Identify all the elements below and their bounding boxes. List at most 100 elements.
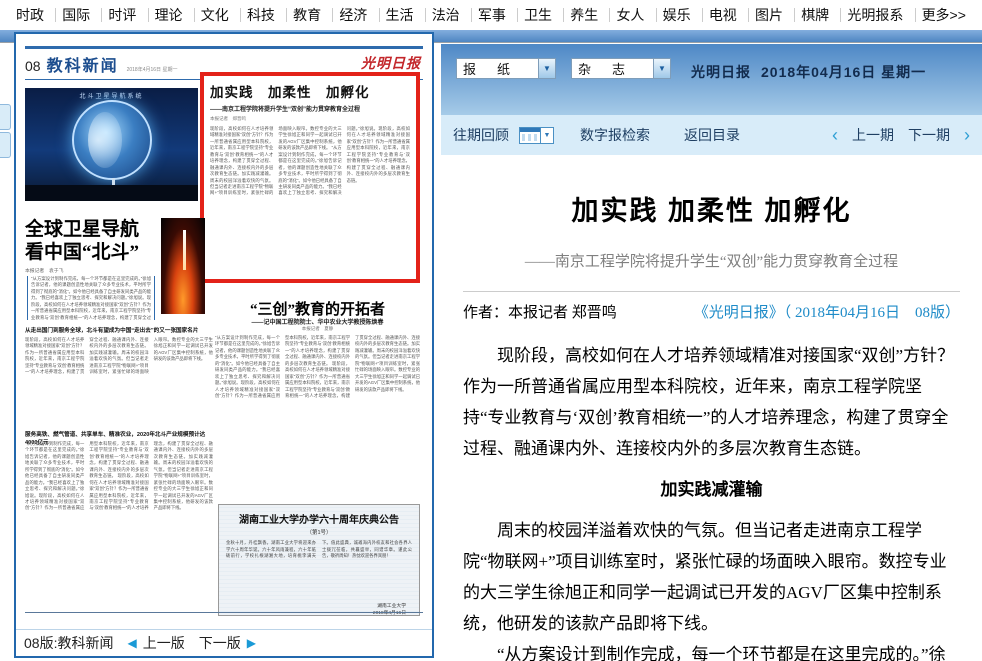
magazine-select-value: 杂 志: [572, 59, 653, 78]
beidou-event-photo[interactable]: 北斗卫星导航系统: [25, 88, 198, 201]
article-subtitle: ——南京工程学院将提升学生“双创”能力贯穿教育全过程: [463, 250, 960, 271]
paper-select-value: 报 纸: [457, 59, 538, 78]
sanchuang-subtitle: ——记中国工程院院士、华中农业大学教授陈焕春: [215, 317, 420, 326]
prev-issue-link[interactable]: 上一期: [852, 125, 894, 145]
back-to-contents-link[interactable]: 返回目录: [684, 125, 740, 145]
next-page-button[interactable]: 下一版 ▶: [199, 633, 256, 653]
beidou-headline[interactable]: 全球卫星导航 看中国“北斗”: [25, 218, 159, 264]
page-nav-bar: 08版:教科新闻 ◀ 上一版 下一版 ▶: [16, 629, 432, 656]
issue-nav: ‹ 上一期 下一期 ›: [832, 125, 970, 145]
nav-item-shizheng[interactable]: 时政: [10, 8, 50, 22]
article-body: 现阶段，高校如何在人才培养领域精准对接国家“双创”方针？作为一所普通省属应用型本…: [463, 340, 960, 661]
thumb-article-subtitle: ——南京工程学院将提升学生“双创”能力贯穿教育全过程: [210, 104, 410, 113]
article-section-heading: 加实践减灌输: [463, 474, 960, 505]
chevron-down-icon[interactable]: ▼: [538, 59, 555, 78]
highlighted-article-region[interactable]: 加实践 加柔性 加孵化 ——南京工程学院将提升学生“双创”能力贯穿教育全过程 本…: [200, 72, 420, 283]
page-bottom-rule: [25, 612, 423, 613]
nav-item-more[interactable]: 更多>>: [915, 8, 972, 22]
epaper-toolbar: 往期回顾 ▼ 数字报检索 返回目录 ‹ 上一期 下一期 ›: [441, 115, 982, 155]
calendar-picker[interactable]: ▼: [519, 127, 554, 144]
page-section-title: 教科新闻: [47, 52, 119, 76]
beidou-body-text-1: 现阶段，高校如何在人才培养领域精准对接国家“双创”方针？作为一所普通省属应用型本…: [25, 337, 213, 427]
nav-item-jingji[interactable]: 经济: [332, 8, 373, 22]
masthead-logo: 光明日报: [361, 53, 421, 73]
anniversary-notice-box[interactable]: 湖南工业大学办学六十周年庆典公告 （第1号） 金秋十月，丹桂飘香。湖南工业大学将…: [218, 504, 420, 616]
next-issue-link[interactable]: 下一期: [908, 125, 950, 145]
newspaper-page-thumbnail: 08 教科新闻 2018年4月16日 星期一 光明日报 北斗卫星导航系统 加实践…: [25, 46, 423, 628]
thumb-article-byline: 本报记者 郑晋鸣: [210, 116, 410, 122]
beidou-intro-text: “从方案设计到制作完成，每一个环节都是在这里完成的。”徐旭告诉记者，他的课题创造…: [27, 276, 155, 320]
next-page-icon: ▶: [247, 636, 256, 650]
microtext: 现阶段，高校如何在人才培养领域精准对接国家“双创”方针？作为一所普通省属应用型本…: [25, 337, 213, 374]
article-author: 作者：本报记者 郑晋鸣: [463, 301, 617, 322]
article-paragraph: 现阶段，高校如何在人才培养领域精准对接国家“双创”方针？作为一所普通省属应用型本…: [463, 340, 960, 464]
divider: [463, 291, 960, 292]
paper-name: 光明日报: [691, 62, 751, 82]
next-issue-chevron-icon[interactable]: ›: [964, 128, 970, 142]
article-source-link[interactable]: 《光明日报》（ 2018年04月16日 08版）: [694, 301, 960, 322]
paper-select[interactable]: 报 纸 ▼: [456, 58, 556, 79]
nav-item-yule[interactable]: 娱乐: [656, 8, 697, 22]
sanchuang-headline[interactable]: “三创”教育的开拓者: [215, 298, 420, 319]
notice-number: （第1号）: [226, 528, 412, 536]
beidou-byline: 本报记者 袁于飞: [25, 267, 63, 274]
digital-search-link[interactable]: 数字报检索: [580, 125, 650, 145]
article-byline-row: 作者：本报记者 郑晋鸣 《光明日报》（ 2018年04月16日 08版）: [463, 301, 960, 322]
rocket-launch-photo: [161, 218, 205, 314]
sanchuang-body-text: “从方案设计到制作完成，每一个环节都是在这里完成的。”徐旭告诉记者，他的课题创造…: [215, 335, 420, 498]
chevron-down-icon[interactable]: ▼: [653, 59, 670, 78]
nav-item-yangsheng[interactable]: 养生: [563, 8, 604, 22]
article-paragraph: 周末的校园洋溢着欢快的气氛。但当记者走进南京工程学院“物联网+”项目训练室时，紧…: [463, 515, 960, 639]
nav-item-keji[interactable]: 科技: [240, 8, 281, 22]
nav-item-guangmingbaoxi[interactable]: 光明报系: [840, 8, 909, 22]
prev-page-label: 上一版: [143, 633, 185, 653]
current-page-label: 08版:教科新闻: [24, 633, 113, 653]
nav-item-junshi[interactable]: 军事: [471, 8, 512, 22]
nav-item-tupian[interactable]: 图片: [748, 8, 789, 22]
page-dateline: 2018年4月16日 星期一: [127, 66, 178, 73]
prev-page-icon: ◀: [127, 636, 136, 650]
notice-signature: 湖南工业大学: [226, 602, 412, 609]
nav-item-wenhua[interactable]: 文化: [194, 8, 235, 22]
prev-issue-chevron-icon[interactable]: ‹: [832, 128, 838, 142]
issue-date-text: 2018年04月16日 星期一: [761, 62, 926, 82]
calendar-icon[interactable]: [519, 127, 541, 144]
sanchuang-byline: 本报记者 夏静: [215, 326, 420, 332]
thumb-article-title: 加实践 加柔性 加孵化: [210, 81, 410, 101]
beidou-headline-line2: 看中国“北斗”: [25, 241, 159, 264]
newspaper-page-panel: 08 教科新闻 2018年4月16日 星期一 光明日报 北斗卫星导航系统 加实践…: [14, 32, 434, 658]
beidou-emblem-icon: [72, 100, 152, 180]
calendar-dropdown-icon[interactable]: ▼: [541, 127, 554, 144]
side-collapse-tab[interactable]: [0, 132, 11, 158]
notice-body: 金秋十月，丹桂飘香。湖南工业大学将迎来办学六十周年华诞。六十年风雨兼程，六十年砥…: [226, 540, 412, 602]
article-view: 加实践 加柔性 加孵化 ——南京工程学院将提升学生“双创”能力贯穿教育全过程 作…: [441, 155, 982, 661]
issue-date: 光明日报 2018年04月16日 星期一: [691, 62, 926, 82]
page-number: 08: [25, 58, 41, 74]
nav-item-jiaoyu[interactable]: 教育: [286, 8, 327, 22]
nav-item-shenghuo[interactable]: 生活: [379, 8, 420, 22]
article-title: 加实践 加柔性 加孵化: [463, 189, 960, 228]
next-page-label: 下一版: [199, 633, 241, 653]
notice-title: 湖南工业大学办学六十周年庆典公告: [226, 511, 412, 526]
side-collapse-tab[interactable]: [0, 104, 11, 130]
article-paragraph: “从方案设计到制作完成，每一个环节都是在这里完成的。”徐旭告诉记者，他的课题创造…: [463, 639, 960, 661]
magazine-select[interactable]: 杂 志 ▼: [571, 58, 671, 79]
past-issues-link[interactable]: 往期回顾: [453, 125, 509, 145]
nav-item-guoji[interactable]: 国际: [55, 8, 96, 22]
page: 时政 国际 时评 理论 文化 科技 教育 经济 生活 法治 军事 卫生 养生 女…: [0, 0, 982, 661]
nav-item-fazhi[interactable]: 法治: [425, 8, 466, 22]
top-nav: 时政 国际 时评 理论 文化 科技 教育 经济 生活 法治 军事 卫生 养生 女…: [0, 0, 982, 30]
nav-item-lilun[interactable]: 理论: [148, 8, 189, 22]
beidou-headline-line1: 全球卫星导航: [25, 218, 159, 241]
prev-page-button[interactable]: ◀ 上一版: [127, 633, 184, 653]
nav-item-nvren[interactable]: 女人: [609, 8, 650, 22]
nav-item-qipai[interactable]: 棋牌: [794, 8, 835, 22]
beidou-body-text-2: “从方案设计到制作完成，每一个环节都是在这里完成的。”徐旭告诉记者，他的课题创造…: [25, 441, 213, 599]
nav-item-weisheng[interactable]: 卫生: [517, 8, 558, 22]
nav-item-shiping[interactable]: 时评: [101, 8, 142, 22]
epaper-header: 报 纸 ▼ 杂 志 ▼ 光明日报 2018年04月16日 星期一: [441, 44, 982, 115]
nav-item-dianshi[interactable]: 电视: [702, 8, 743, 22]
thumb-article-text: 现阶段，高校如何在人才培养领域精准对接国家“双创”方针？作为一所普通省属应用型本…: [210, 126, 410, 284]
audience-silhouette: [25, 185, 198, 201]
photo-emblem-label: 北斗卫星导航系统: [25, 91, 198, 100]
